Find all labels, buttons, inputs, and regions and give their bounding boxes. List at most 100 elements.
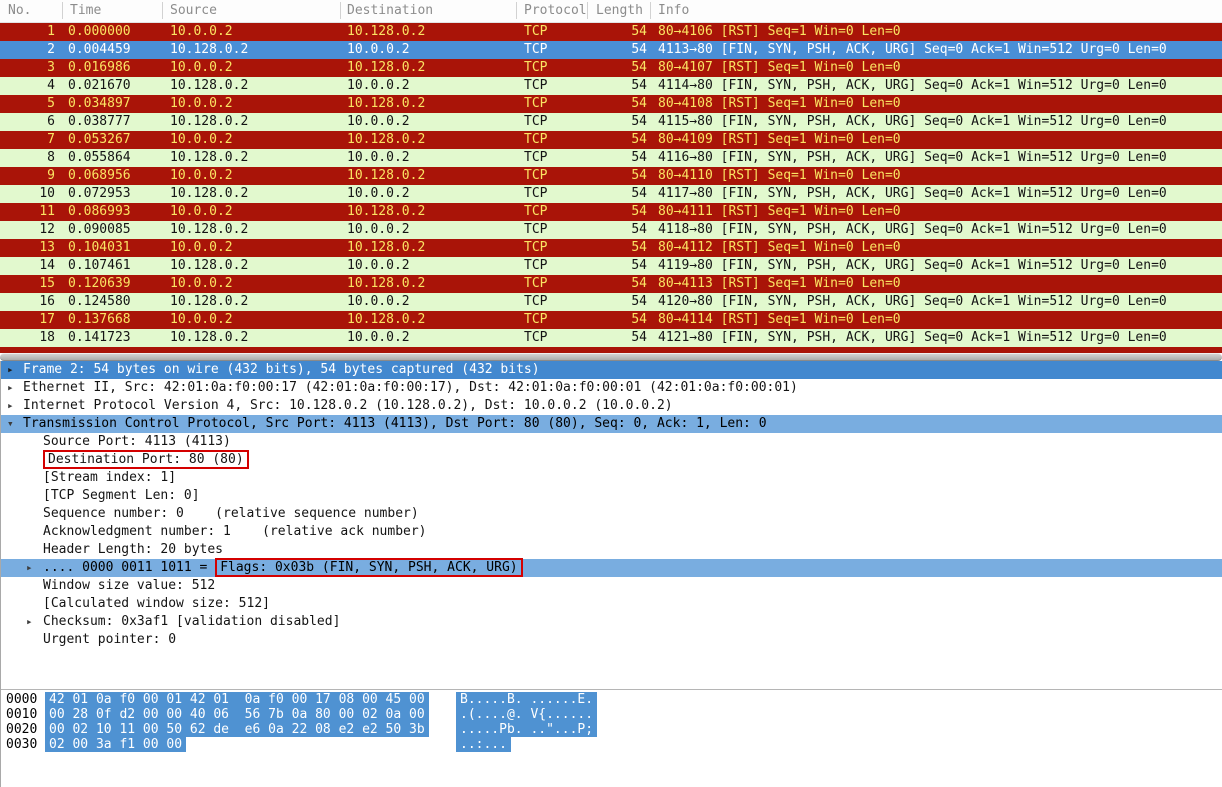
detail-row[interactable]: Source Port: 4113 (4113) (1, 433, 1222, 451)
packet-length: 54 (600, 203, 647, 221)
detail-row[interactable]: Urgent pointer: 0 (1, 631, 1222, 649)
packet-row[interactable]: 2 0.004459 10.128.0.2 10.0.0.2 TCP 54 41… (0, 41, 1222, 59)
packet-time: 0.141723 (68, 329, 131, 347)
packet-row[interactable]: 14 0.107461 10.128.0.2 10.0.0.2 TCP 54 4… (0, 257, 1222, 275)
expander-icon[interactable]: ▾ (7, 415, 14, 433)
hex-row[interactable]: 0010 00 28 0f d2 00 00 40 06 56 7b 0a 80… (1, 707, 1222, 722)
detail-row[interactable]: ▸ .... 0000 0011 1011 = Flags: 0x03b (FI… (1, 559, 1222, 577)
hex-row[interactable]: 0000 42 01 0a f0 00 01 42 01 0a f0 00 17… (1, 692, 1222, 707)
detail-row[interactable]: ▸ Frame 2: 54 bytes on wire (432 bits), … (1, 361, 1222, 379)
detail-row[interactable]: Sequence number: 0 (relative sequence nu… (1, 505, 1222, 523)
packet-row[interactable]: 13 0.104031 10.0.0.2 10.128.0.2 TCP 54 8… (0, 239, 1222, 257)
packet-row[interactable]: 16 0.124580 10.128.0.2 10.0.0.2 TCP 54 4… (0, 293, 1222, 311)
packet-source: 10.128.0.2 (170, 329, 248, 347)
packet-row[interactable]: 1 0.000000 10.0.0.2 10.128.0.2 TCP 54 80… (0, 23, 1222, 41)
detail-row[interactable]: [Calculated window size: 512] (1, 595, 1222, 613)
packet-no: 13 (0, 239, 55, 257)
packet-row[interactable]: 5 0.034897 10.0.0.2 10.128.0.2 TCP 54 80… (0, 95, 1222, 113)
packet-no: 1 (0, 23, 55, 41)
packet-row[interactable]: 4 0.021670 10.128.0.2 10.0.0.2 TCP 54 41… (0, 77, 1222, 95)
annotation-box: Destination Port: 80 (80) (43, 450, 249, 469)
hex-ascii[interactable]: ..:... (456, 737, 511, 752)
detail-text: Urgent pointer: 0 (43, 631, 176, 649)
pane-splitter[interactable] (0, 353, 1222, 361)
detail-row[interactable]: [TCP Segment Len: 0] (1, 487, 1222, 505)
hex-offset: 0030 (6, 737, 37, 752)
detail-row[interactable]: ▸ Internet Protocol Version 4, Src: 10.1… (1, 397, 1222, 415)
detail-text: Window size value: 512 (43, 577, 215, 595)
packet-protocol: TCP (524, 77, 547, 95)
packet-list-body: 1 0.000000 10.0.0.2 10.128.0.2 TCP 54 80… (0, 23, 1222, 347)
packet-list-header: No. Time Source Destination Protocol Len… (0, 0, 1222, 23)
detail-text: [TCP Segment Len: 0] (43, 487, 200, 505)
packet-time: 0.038777 (68, 113, 131, 131)
packet-row[interactable]: 3 0.016986 10.0.0.2 10.128.0.2 TCP 54 80… (0, 59, 1222, 77)
column-header-destination[interactable]: Destination (347, 3, 433, 18)
packet-no: 2 (0, 41, 55, 59)
expander-icon[interactable]: ▸ (7, 397, 14, 415)
column-header-info[interactable]: Info (658, 3, 689, 18)
detail-row[interactable]: ▸ Checksum: 0x3af1 [validation disabled] (1, 613, 1222, 631)
column-separator (587, 2, 588, 19)
hex-bytes[interactable]: 00 02 10 11 00 50 62 de e6 0a 22 08 e2 e… (45, 722, 429, 737)
packet-no: 5 (0, 95, 55, 113)
packet-time: 0.090085 (68, 221, 131, 239)
packet-no: 8 (0, 149, 55, 167)
packet-row[interactable]: 15 0.120639 10.0.0.2 10.128.0.2 TCP 54 8… (0, 275, 1222, 293)
column-header-no[interactable]: No. (8, 3, 31, 18)
expander-icon[interactable]: ▸ (7, 379, 14, 397)
packet-time: 0.000000 (68, 23, 131, 41)
hex-offset: 0000 (6, 692, 37, 707)
hex-bytes[interactable]: 42 01 0a f0 00 01 42 01 0a f0 00 17 08 0… (45, 692, 429, 707)
expander-icon[interactable]: ▸ (7, 361, 14, 379)
packet-info: 80→4106 [RST] Seq=1 Win=0 Len=0 (658, 23, 901, 41)
packet-row[interactable]: 18 0.141723 10.128.0.2 10.0.0.2 TCP 54 4… (0, 329, 1222, 347)
column-header-time[interactable]: Time (70, 3, 101, 18)
hex-row[interactable]: 0020 00 02 10 11 00 50 62 de e6 0a 22 08… (1, 722, 1222, 737)
packet-row[interactable]: 10 0.072953 10.128.0.2 10.0.0.2 TCP 54 4… (0, 185, 1222, 203)
detail-row[interactable]: [Stream index: 1] (1, 469, 1222, 487)
hex-row[interactable]: 0030 02 00 3a f1 00 00 ..:... (1, 737, 1222, 752)
packet-row[interactable]: 6 0.038777 10.128.0.2 10.0.0.2 TCP 54 41… (0, 113, 1222, 131)
column-header-length[interactable]: Length (596, 3, 643, 18)
column-header-protocol[interactable]: Protocol (524, 3, 587, 18)
packet-info: 80→4112 [RST] Seq=1 Win=0 Len=0 (658, 239, 901, 257)
packet-source: 10.0.0.2 (170, 275, 233, 293)
packet-info: 4116→80 [FIN, SYN, PSH, ACK, URG] Seq=0 … (658, 149, 1167, 167)
column-separator (340, 2, 341, 19)
packet-destination: 10.128.0.2 (347, 311, 425, 329)
packet-length: 54 (600, 77, 647, 95)
hex-bytes[interactable]: 02 00 3a f1 00 00 (45, 737, 186, 752)
packet-row[interactable]: 12 0.090085 10.128.0.2 10.0.0.2 TCP 54 4… (0, 221, 1222, 239)
packet-source: 10.128.0.2 (170, 185, 248, 203)
hex-ascii[interactable]: .(....@. V{...... (456, 707, 597, 722)
annotation-box: Flags: 0x03b (FIN, SYN, PSH, ACK, URG) (215, 558, 522, 577)
packet-row[interactable]: 7 0.053267 10.0.0.2 10.128.0.2 TCP 54 80… (0, 131, 1222, 149)
packet-destination: 10.0.0.2 (347, 329, 410, 347)
detail-text: Internet Protocol Version 4, Src: 10.128… (23, 397, 673, 415)
detail-row[interactable]: Header Length: 20 bytes (1, 541, 1222, 559)
column-header-source[interactable]: Source (170, 3, 217, 18)
detail-row[interactable]: Window size value: 512 (1, 577, 1222, 595)
detail-row[interactable]: ▾ Transmission Control Protocol, Src Por… (1, 415, 1222, 433)
hex-ascii[interactable]: B.....B. ......E. (456, 692, 597, 707)
packet-row[interactable]: 9 0.068956 10.0.0.2 10.128.0.2 TCP 54 80… (0, 167, 1222, 185)
packet-protocol: TCP (524, 185, 547, 203)
packet-length: 54 (600, 59, 647, 77)
expander-icon[interactable]: ▸ (26, 613, 33, 631)
packet-no: 16 (0, 293, 55, 311)
detail-row[interactable]: Acknowledgment number: 1 (relative ack n… (1, 523, 1222, 541)
packet-row[interactable]: 11 0.086993 10.0.0.2 10.128.0.2 TCP 54 8… (0, 203, 1222, 221)
packet-row[interactable]: 8 0.055864 10.128.0.2 10.0.0.2 TCP 54 41… (0, 149, 1222, 167)
packet-destination: 10.0.0.2 (347, 77, 410, 95)
detail-row[interactable]: Destination Port: 80 (80) (1, 451, 1222, 469)
packet-info: 80→4110 [RST] Seq=1 Win=0 Len=0 (658, 167, 901, 185)
detail-text: Acknowledgment number: 1 (relative ack n… (43, 523, 427, 541)
detail-row[interactable]: ▸ Ethernet II, Src: 42:01:0a:f0:00:17 (4… (1, 379, 1222, 397)
packet-source: 10.128.0.2 (170, 221, 248, 239)
hex-ascii[interactable]: .....Pb. .."...P; (456, 722, 597, 737)
hex-bytes[interactable]: 00 28 0f d2 00 00 40 06 56 7b 0a 80 00 0… (45, 707, 429, 722)
packet-row[interactable]: 17 0.137668 10.0.0.2 10.128.0.2 TCP 54 8… (0, 311, 1222, 329)
expander-icon[interactable]: ▸ (26, 559, 33, 577)
packet-protocol: TCP (524, 131, 547, 149)
